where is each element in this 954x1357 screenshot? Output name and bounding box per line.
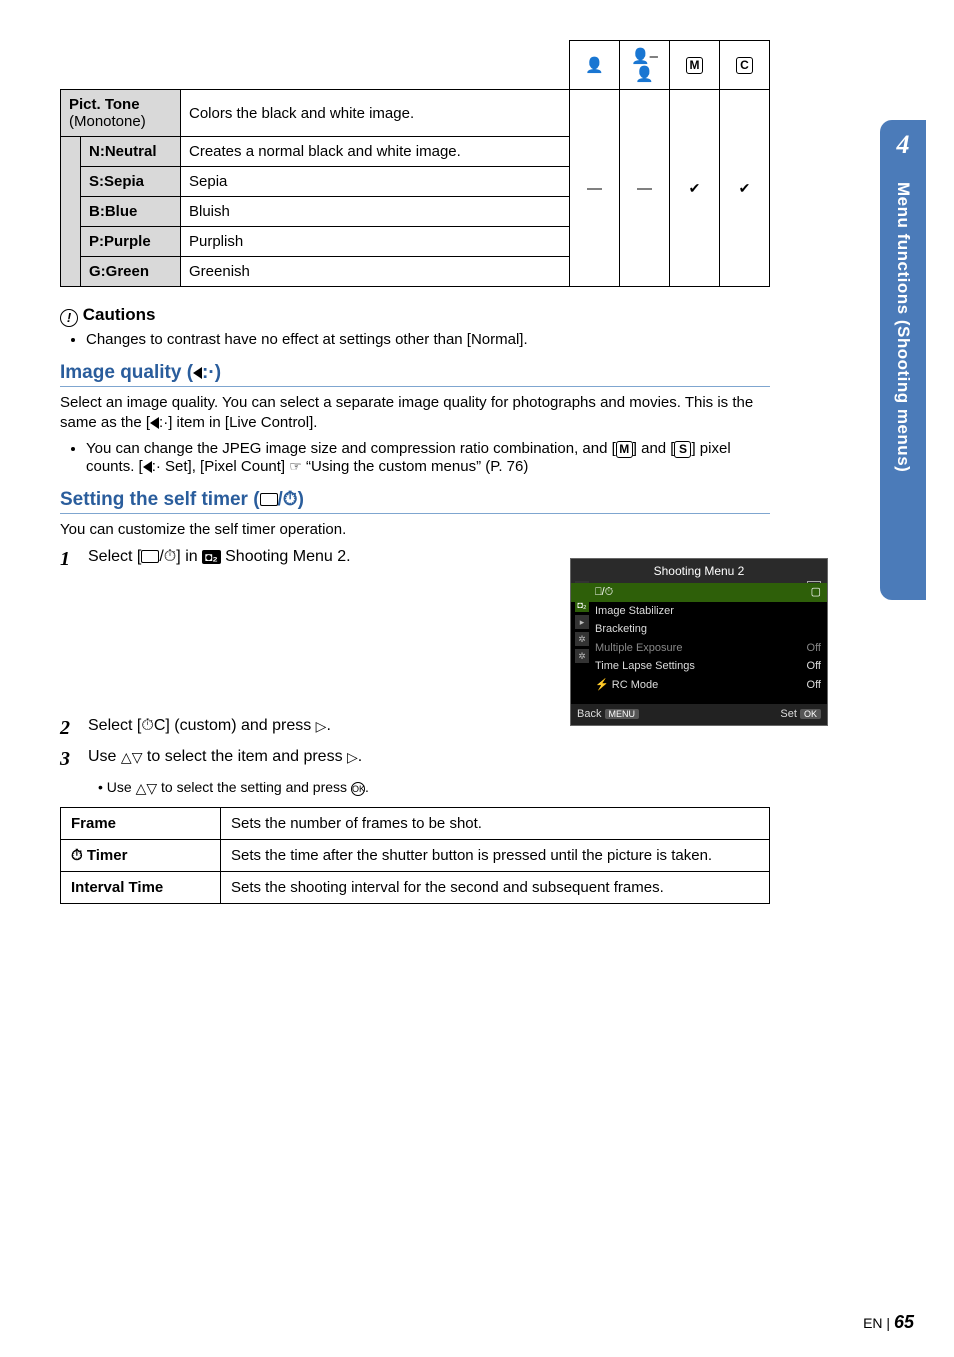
param-interval: Interval Time [61, 871, 221, 903]
record-mode-icon [193, 367, 202, 379]
row-sepia: S:Sepia [81, 167, 181, 197]
pict-tone-desc: Colors the black and white image. [181, 90, 570, 137]
col-m-check: ✔ [670, 90, 720, 287]
pointer-icon: ☞ [289, 458, 302, 474]
menu-item-stabilizer: Image Stabilizer [571, 602, 827, 621]
menu-footer: Back MENU Set OK [571, 704, 827, 725]
down-arrow-icon [132, 749, 143, 766]
drive-icon [141, 550, 159, 563]
self-timer-params-table: Frame Sets the number of frames to be sh… [60, 807, 770, 904]
row-blue: B:Blue [81, 197, 181, 227]
side-tab: 4 Menu functions (Shooting menus) [880, 120, 926, 600]
row-green-desc: Greenish [181, 257, 570, 287]
row-sepia-desc: Sepia [181, 167, 570, 197]
self-timer-intro: You can customize the self timer operati… [60, 520, 770, 540]
menu-title: Shooting Menu 2 [571, 559, 827, 583]
menu-item-multiexp: Multiple ExposureOff [571, 639, 827, 658]
menu-item-rcmode: ⚡ RC ModeOff [571, 676, 827, 695]
param-interval-desc: Sets the shooting interval for the secon… [221, 871, 770, 903]
param-timer-desc: Sets the time after the shutter button i… [221, 839, 770, 871]
col-single-dash: ― [570, 90, 620, 287]
right-arrow-icon [316, 718, 327, 735]
col-single-icon: 👤 [570, 41, 620, 90]
row-neutral: N:Neutral [81, 137, 181, 167]
pict-tone-table: 👤 👤–👤 M C Pict. Tone (Monotone) Colors t… [60, 40, 770, 287]
right-arrow-icon [347, 749, 358, 766]
image-quality-heading: Image quality (:·) [60, 362, 770, 387]
step-3: 3 Use to select the item and press . [60, 748, 770, 771]
shooting-menu-screenshot: Shooting Menu 2 ◘ ◘₂ ▸ ✲ ✲ ⎕/⏱▢ Image St… [570, 558, 828, 726]
pict-tone-header: Pict. Tone (Monotone) [61, 90, 181, 137]
up-arrow-icon [121, 749, 132, 766]
col-m-icon: M [670, 41, 720, 90]
menu-item-bracketing: Bracketing [571, 620, 827, 639]
self-timer-heading: Setting the self timer (/⏱) [60, 489, 770, 514]
caution-icon: ! [60, 309, 78, 327]
ok-button-icon: OK [351, 782, 365, 796]
shooting-menu-2-icon: ◘₂ [202, 550, 221, 564]
page-footer: EN | 65 [863, 1312, 914, 1333]
col-group-dash: ― [620, 90, 670, 287]
col-c-check: ✔ [720, 90, 770, 287]
row-blue-desc: Bluish [181, 197, 570, 227]
col-c-icon: C [720, 41, 770, 90]
menu-item-drive: ⎕/⏱▢ [571, 583, 827, 602]
image-quality-note: You can change the JPEG image size and c… [86, 440, 770, 475]
param-frame-desc: Sets the number of frames to be shot. [221, 807, 770, 839]
step-3-sub: Use to select the setting and press OK. [98, 779, 770, 797]
param-timer: ⏱ Timer [61, 839, 221, 871]
image-quality-body: Select an image quality. You can select … [60, 393, 770, 434]
row-purple-desc: Purplish [181, 227, 570, 257]
col-group-icon: 👤–👤 [620, 41, 670, 90]
row-neutral-desc: Creates a normal black and white image. [181, 137, 570, 167]
drive-icon [260, 493, 278, 506]
param-frame: Frame [61, 807, 221, 839]
row-purple: P:Purple [81, 227, 181, 257]
caution-text: Changes to contrast have no effect at se… [86, 331, 770, 348]
cautions-heading: ! Cautions [60, 305, 770, 327]
chapter-number: 4 [885, 128, 921, 164]
menu-item-timelapse: Time Lapse SettingsOff [571, 657, 827, 676]
row-green: G:Green [81, 257, 181, 287]
side-tab-text: Menu functions (Shooting menus) [893, 182, 913, 472]
